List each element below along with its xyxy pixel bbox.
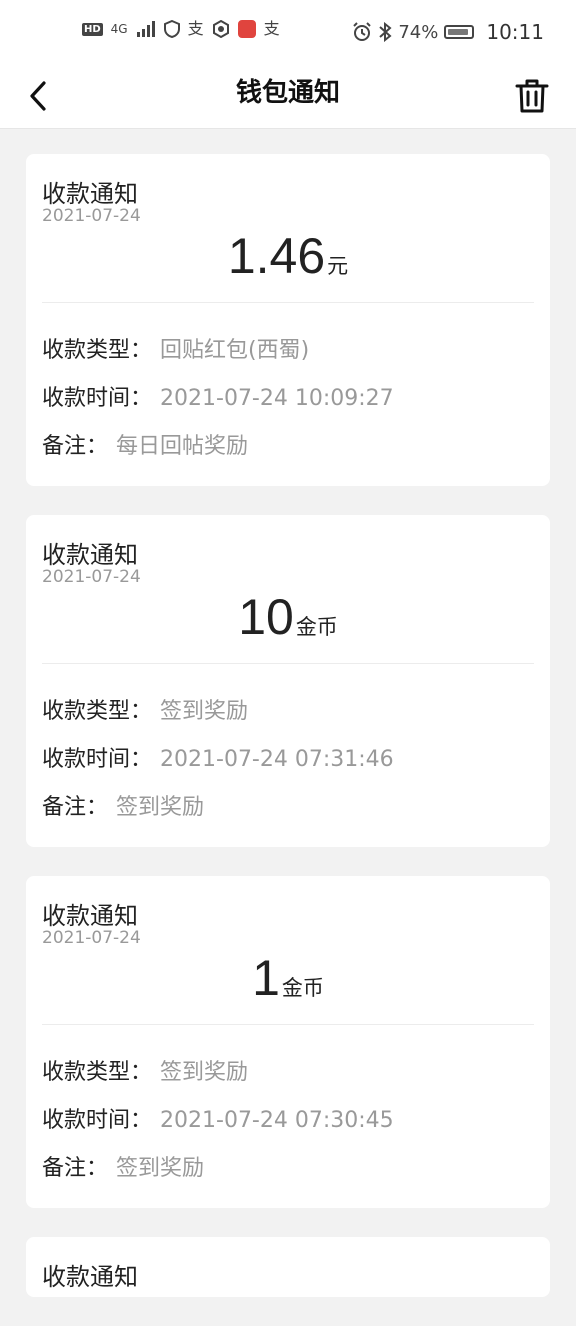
amount-unit: 金币 [281,976,324,1000]
note-row: 备注： 签到奖励 [42,1150,204,1182]
card-amount: 1.46元 [26,224,550,288]
amount-unit: 金币 [295,615,338,639]
alipay-icon: 支 [187,19,204,38]
battery-icon [444,25,475,39]
type-label: 收款类型： [42,338,153,363]
card-date: 2021-07-24 [42,206,141,226]
battery-percent: 74% [398,21,439,43]
time-value: 2021-07-24 10:09:27 [160,386,394,411]
type-value: 签到奖励 [160,1060,249,1085]
type-label: 收款类型： [42,1060,153,1085]
card-amount: 10金币 [26,585,550,649]
note-label: 备注： [42,795,109,820]
divider [42,1024,534,1025]
amount-value: 1 [252,950,280,1006]
type-value: 签到奖励 [160,699,249,724]
amount-value: 10 [238,589,294,645]
page-title: 钱包通知 [235,78,340,108]
type-row: 收款类型： 签到奖励 [42,693,248,725]
time-label: 收款时间： [42,1108,153,1133]
hd-badge: HD [82,22,103,36]
note-label: 备注： [42,434,109,459]
time-row: 收款时间： 2021-07-24 10:09:27 [42,380,394,412]
type-label: 收款类型： [42,699,153,724]
amount-value: 1.46 [227,228,326,284]
type-row: 收款类型： 回贴红包(西蜀) [42,332,309,364]
divider [42,302,534,303]
notification-card[interactable]: 收款通知 [26,1237,550,1297]
alipay-icon: 支 [263,19,280,38]
note-value: 每日回帖奖励 [116,434,249,459]
signal-icon [136,21,155,37]
card-title: 收款通知 [42,180,138,208]
notification-card[interactable]: 收款通知 2021-07-24 1金币 收款类型： 签到奖励 收款时间： 2021-… [26,876,550,1208]
note-value: 签到奖励 [116,795,205,820]
note-row: 备注： 签到奖励 [42,789,204,821]
alarm-icon [353,22,372,41]
status-bar: HD 4G 支 支 74% 10:11 [0,0,576,64]
bluetooth-icon [379,22,392,42]
clock: 10:11 [486,20,544,44]
shield-icon [163,20,180,38]
type-value: 回贴红包(西蜀) [160,338,310,363]
note-label: 备注： [42,1156,109,1181]
time-row: 收款时间： 2021-07-24 07:31:46 [42,741,394,773]
note-row: 备注： 每日回帖奖励 [42,428,248,460]
status-right: 74% 10:11 [352,20,544,44]
red-app-icon [237,20,256,38]
time-label: 收款时间： [42,386,153,411]
divider [42,663,534,664]
notification-card[interactable]: 收款通知 2021-07-24 1.46元 收款类型： 回贴红包(西蜀) 收款时间… [26,154,550,486]
delete-button[interactable] [508,70,556,122]
time-row: 收款时间： 2021-07-24 07:30:45 [42,1102,394,1134]
card-title: 收款通知 [42,1263,138,1291]
card-date: 2021-07-24 [42,928,141,948]
amount-unit: 元 [327,254,349,278]
status-left: HD 4G 支 支 [82,20,280,38]
type-row: 收款类型： 签到奖励 [42,1054,248,1086]
nav-bar: 钱包通知 [0,64,576,129]
note-value: 签到奖励 [116,1156,205,1181]
notification-list[interactable]: 收款通知 2021-07-24 1.46元 收款类型： 回贴红包(西蜀) 收款时间… [26,154,550,1326]
trash-icon [515,79,549,113]
time-value: 2021-07-24 07:31:46 [160,747,394,772]
time-label: 收款时间： [42,747,153,772]
card-amount: 1金币 [26,946,550,1010]
card-title: 收款通知 [42,541,138,569]
notification-card[interactable]: 收款通知 2021-07-24 10金币 收款类型： 签到奖励 收款时间： 2021… [26,515,550,847]
time-value: 2021-07-24 07:30:45 [160,1108,394,1133]
hexagon-app-icon [212,20,229,38]
network-type: 4G [110,22,128,36]
card-title: 收款通知 [42,902,138,930]
card-date: 2021-07-24 [42,567,141,587]
